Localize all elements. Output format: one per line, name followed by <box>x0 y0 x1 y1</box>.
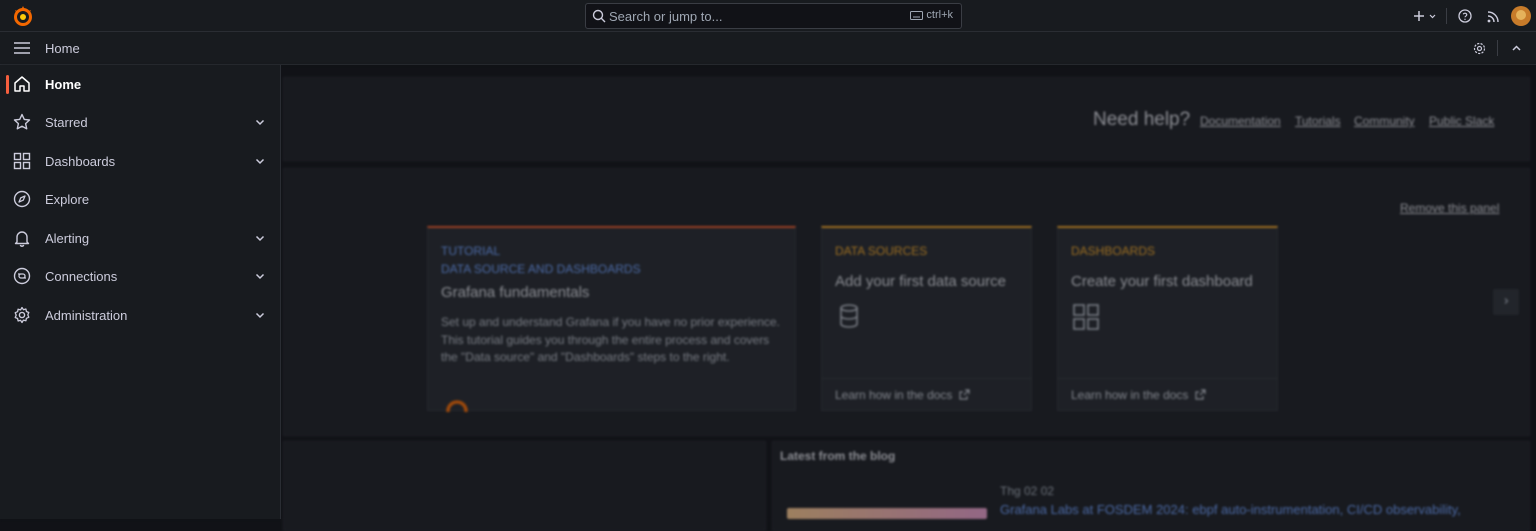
sidebar-item-label: Administration <box>45 307 128 323</box>
chevron-up-icon <box>1511 44 1521 51</box>
grafana-logo-icon[interactable] <box>12 5 34 27</box>
apps-icon <box>13 152 31 170</box>
star-icon <box>13 113 31 130</box>
menu-icon[interactable] <box>13 41 31 55</box>
blog-panel <box>772 441 1530 531</box>
breadcrumb[interactable]: Home <box>45 41 80 56</box>
subbar-actions <box>1465 35 1530 61</box>
sidebar-item-alerting[interactable]: Alerting <box>0 219 281 257</box>
home-icon <box>14 76 30 92</box>
topbar-actions <box>1408 0 1536 32</box>
sidebar-item-administration[interactable]: Administration <box>0 296 281 334</box>
help-panel <box>283 77 1530 161</box>
sidebar-item-label: Connections <box>45 268 118 284</box>
rss-icon <box>1487 10 1499 22</box>
search-input[interactable]: Search or jump to... ctrl+k <box>585 3 962 29</box>
sidebar-item-starred[interactable]: Starred <box>0 103 281 141</box>
subbar-divider <box>1497 40 1498 56</box>
search-shortcut-text: ctrl+k <box>926 9 953 21</box>
top-navbar: Search or jump to... ctrl+k <box>0 0 1536 32</box>
sidebar-item-label: Explore <box>45 191 90 207</box>
settings-button[interactable] <box>1465 34 1493 62</box>
chevron-down-icon[interactable] <box>254 270 266 282</box>
keyboard-icon <box>910 10 924 20</box>
search-placeholder: Search or jump to... <box>609 9 723 24</box>
sidebar-item-label: Starred <box>45 114 88 130</box>
chevron-down-icon[interactable] <box>254 155 266 167</box>
news-button[interactable] <box>1479 2 1507 30</box>
compass-icon <box>13 190 31 208</box>
left-bottom-panel <box>283 441 766 531</box>
avatar[interactable] <box>1511 6 1531 26</box>
active-indicator <box>6 75 9 94</box>
new-button[interactable] <box>1408 2 1442 30</box>
plus-icon <box>1414 11 1424 21</box>
topbar-divider <box>1446 8 1447 24</box>
chevron-down-icon[interactable] <box>254 309 266 321</box>
sidebar-item-label: Home <box>45 76 82 92</box>
sidebar-item-explore[interactable]: Explore <box>0 180 281 218</box>
search-shortcut: ctrl+k <box>910 9 953 21</box>
chevron-down-icon <box>1429 14 1436 18</box>
getting-started-panel <box>283 168 1530 436</box>
sidebar-item-connections[interactable]: Connections <box>0 257 281 295</box>
sidebar-item-dashboards[interactable]: Dashboards <box>0 142 281 180</box>
help-button[interactable] <box>1451 2 1479 30</box>
cog-icon <box>14 306 30 324</box>
breadcrumb-bar: Home <box>0 32 1536 65</box>
collapse-button[interactable] <box>1502 34 1530 62</box>
sidebar-item-label: Alerting <box>45 230 90 246</box>
chevron-down-icon[interactable] <box>254 232 266 244</box>
mega-menu: Home Starred Dashboards Explore Alerting… <box>0 65 281 519</box>
gear-icon <box>1473 42 1485 54</box>
connections-icon <box>13 267 31 285</box>
sidebar-item-label: Dashboards <box>45 153 116 169</box>
search-icon <box>592 9 606 23</box>
chevron-down-icon[interactable] <box>254 116 266 128</box>
question-circle-icon <box>1458 9 1472 23</box>
sidebar-item-home[interactable]: Home <box>0 65 281 103</box>
bell-icon <box>14 231 30 247</box>
